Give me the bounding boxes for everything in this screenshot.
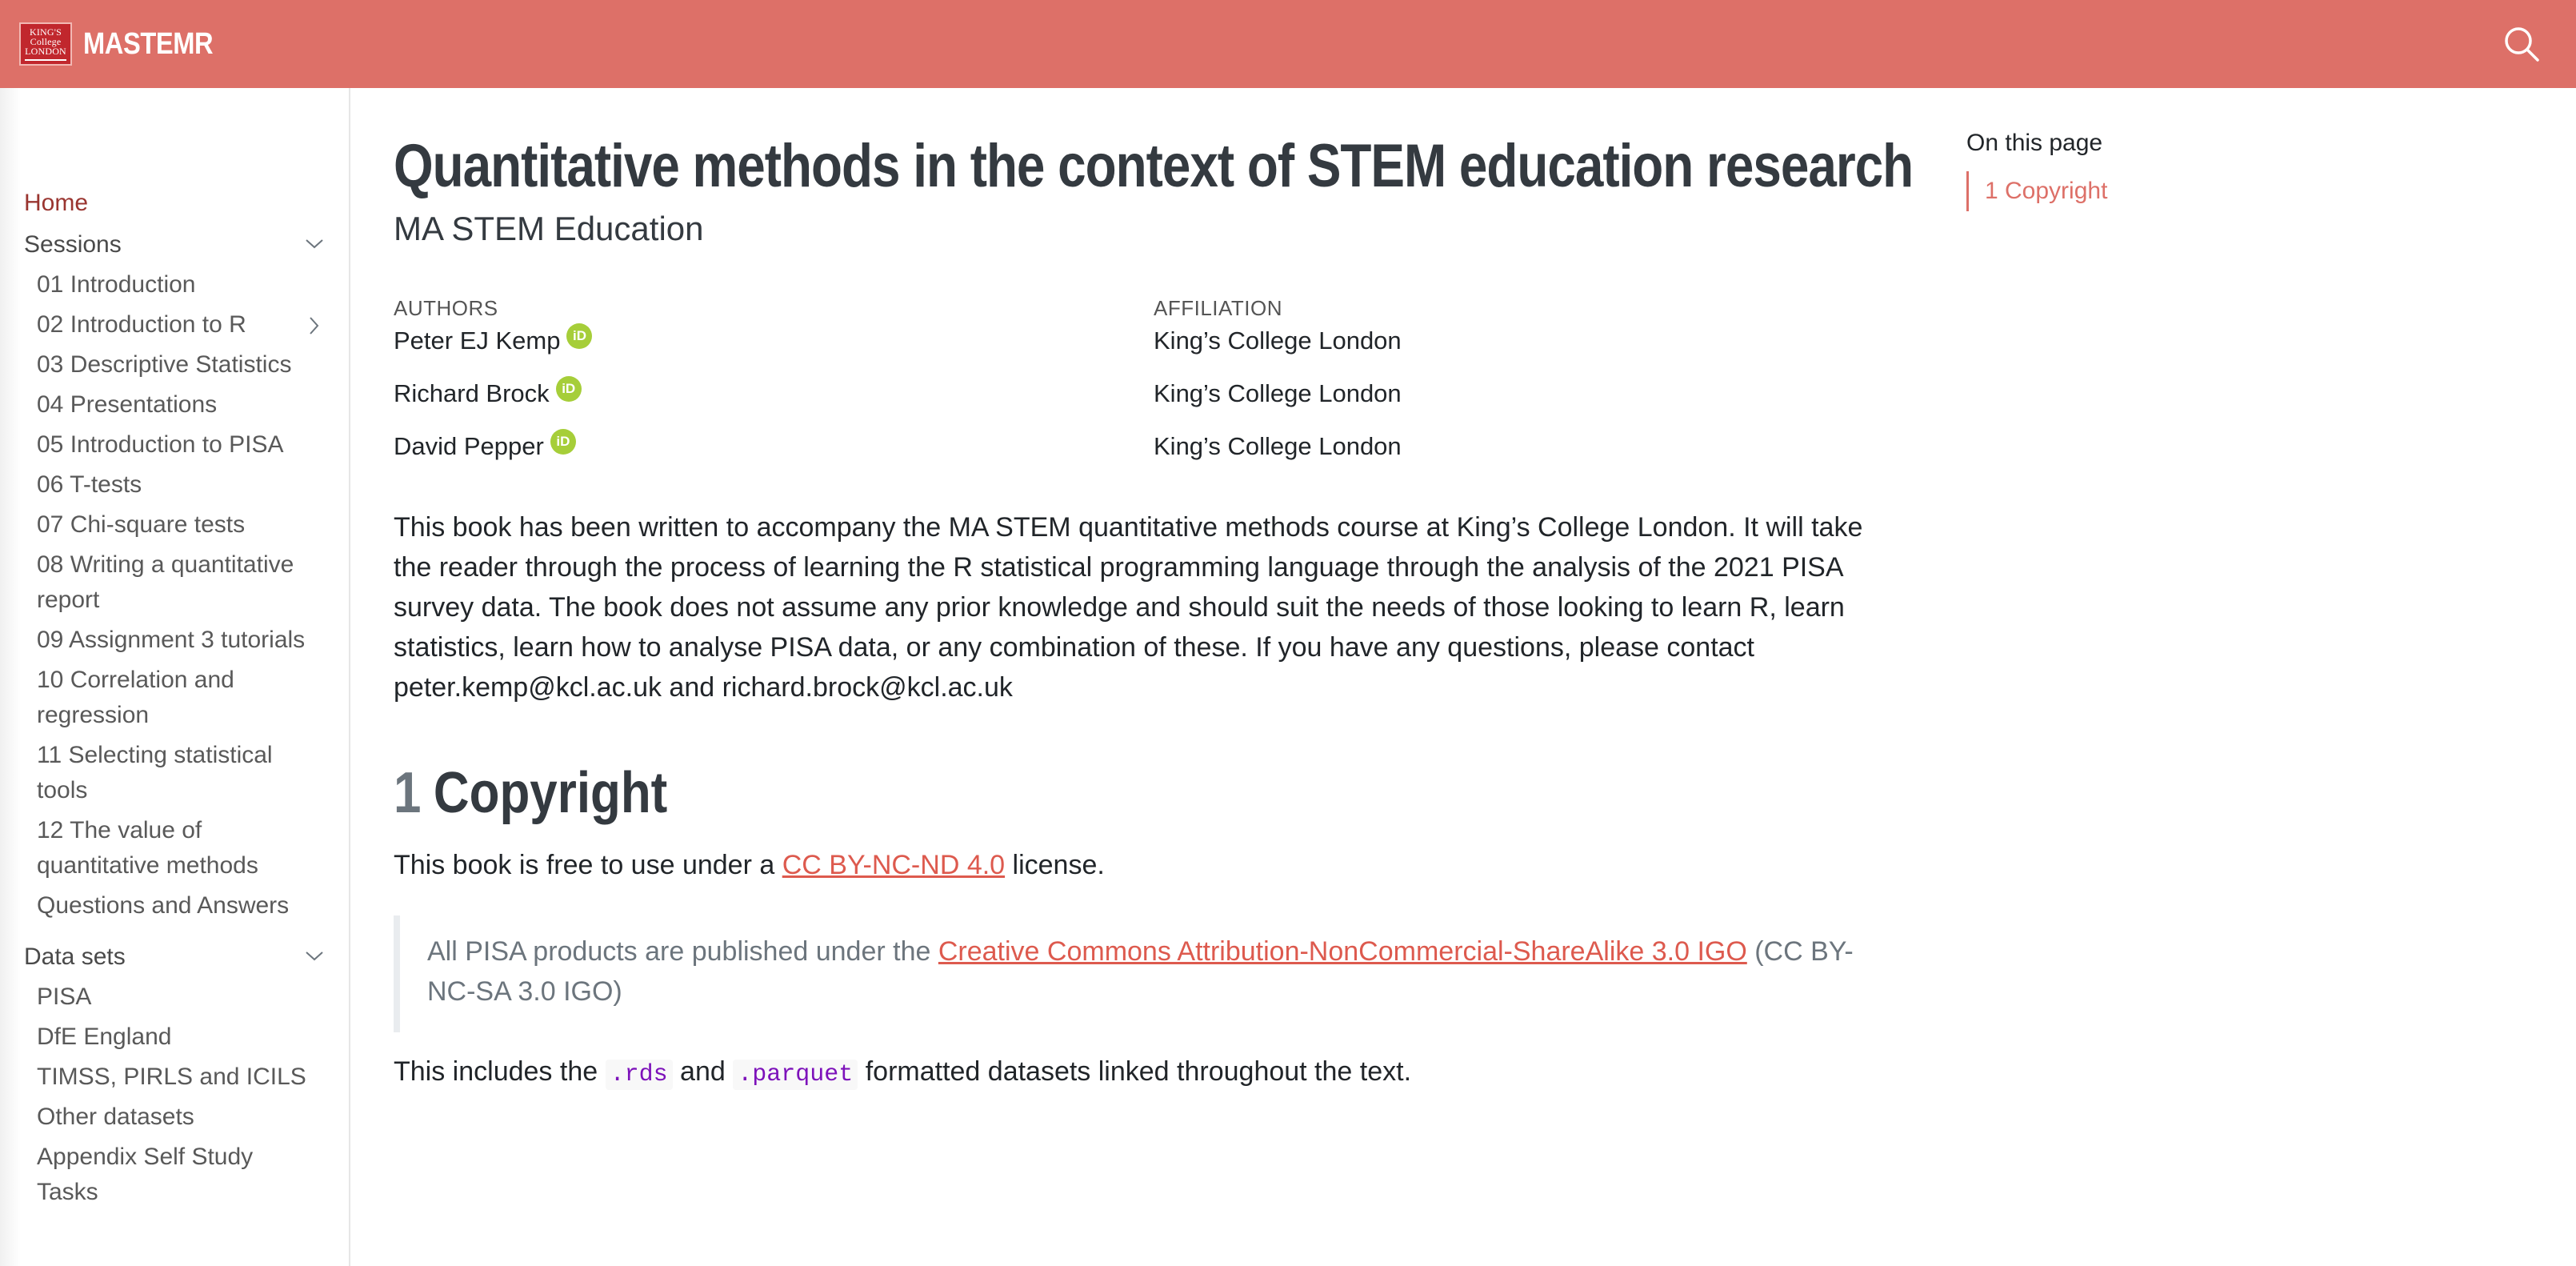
includes-and: and bbox=[672, 1056, 734, 1087]
code-rds: .rds bbox=[605, 1060, 673, 1090]
quote-prefix: All PISA products are published under th… bbox=[427, 936, 938, 967]
sidebar-item-questions-answers[interactable]: Questions and Answers bbox=[37, 888, 289, 923]
authors-heading: AUTHORS bbox=[394, 296, 498, 320]
sidebar-item-session-04[interactable]: 04 Presentations bbox=[37, 387, 217, 423]
sidebar-item-session-01[interactable]: 01 Introduction bbox=[37, 267, 195, 302]
sidebar-item-appendix-self-study[interactable]: Appendix Self Study Tasks bbox=[37, 1140, 301, 1209]
license-suffix: license. bbox=[1005, 850, 1105, 880]
sidebar-item-session-03[interactable]: 03 Descriptive Statistics bbox=[37, 347, 291, 383]
page-subtitle: MA STEM Education bbox=[394, 210, 704, 247]
chevron-right-icon bbox=[310, 317, 319, 335]
sidebar-item-session-06[interactable]: 06 T-tests bbox=[37, 467, 142, 503]
orcid-icon[interactable]: iD bbox=[550, 429, 576, 455]
logo-rule bbox=[25, 59, 66, 61]
sidebar-item-home[interactable]: Home bbox=[24, 186, 88, 221]
sidebar-section-datasets[interactable]: Data sets bbox=[24, 939, 126, 975]
top-navbar: KING'S College LONDON MASTEMR bbox=[0, 0, 2576, 88]
cc-by-nc-sa-link[interactable]: Creative Commons Attribution-NonCommerci… bbox=[938, 936, 1747, 967]
sidebar: Home Sessions 01 Introduction 02 Introdu… bbox=[0, 88, 350, 1266]
author-entry: David Pepper iD bbox=[394, 429, 576, 461]
author-affiliation: King’s College London bbox=[1154, 327, 1402, 355]
search-icon bbox=[2505, 27, 2539, 62]
search-button[interactable] bbox=[2499, 22, 2544, 66]
author-affiliation: King’s College London bbox=[1154, 379, 1402, 407]
affiliation-heading: AFFILIATION bbox=[1154, 296, 1283, 320]
sidebar-item-session-02[interactable]: 02 Introduction to R bbox=[37, 307, 246, 343]
author-entry: Richard Brock iD bbox=[394, 376, 582, 408]
includes-line: This includes the .rds and .parquet form… bbox=[394, 1056, 1412, 1090]
includes-suffix: formatted datasets linked throughout the… bbox=[858, 1056, 1412, 1087]
orcid-icon[interactable]: iD bbox=[566, 323, 593, 349]
license-prefix: This book is free to use under a bbox=[394, 850, 782, 880]
sessions-collapse-toggle[interactable] bbox=[302, 232, 326, 256]
orcid-icon[interactable]: iD bbox=[555, 376, 582, 402]
sidebar-item-session-12[interactable]: 12 The value of quantitative methods bbox=[37, 813, 301, 883]
site-title[interactable]: MASTEMR bbox=[83, 27, 214, 62]
sidebar-item-session-09[interactable]: 09 Assignment 3 tutorials bbox=[37, 623, 305, 658]
sidebar-item-timss-pirls-icils[interactable]: TIMSS, PIRLS and ICILS bbox=[37, 1060, 306, 1095]
section-title: Copyright bbox=[433, 761, 668, 825]
license-line: This book is free to use under a CC BY-N… bbox=[394, 850, 1105, 881]
pisa-license-quote: All PISA products are published under th… bbox=[394, 915, 1882, 1032]
code-parquet: .parquet bbox=[733, 1060, 858, 1090]
sidebar-item-session-10[interactable]: 10 Correlation and regression bbox=[37, 663, 301, 732]
toc-item-copyright[interactable]: 1 Copyright bbox=[1966, 171, 2107, 211]
author-entry: Peter EJ Kemp iD bbox=[394, 323, 593, 355]
section-heading-copyright: 1 Copyright bbox=[394, 760, 667, 826]
author-name: Richard Brock bbox=[394, 379, 550, 407]
toc-title: On this page bbox=[1966, 130, 2103, 156]
author-name: David Pepper bbox=[394, 432, 544, 460]
section-number: 1 bbox=[394, 761, 422, 825]
sidebar-item-session-08[interactable]: 08 Writing a quantitative report bbox=[37, 547, 333, 617]
sidebar-item-session-07[interactable]: 07 Chi-square tests bbox=[37, 507, 245, 543]
datasets-collapse-toggle[interactable] bbox=[302, 944, 326, 968]
author-affiliation: King’s College London bbox=[1154, 432, 1402, 460]
author-name: Peter EJ Kemp bbox=[394, 327, 561, 355]
sidebar-item-dfe-england[interactable]: DfE England bbox=[37, 1020, 171, 1055]
sidebar-item-session-05[interactable]: 05 Introduction to PISA bbox=[37, 427, 284, 463]
page-title: Quantitative methods in the context of S… bbox=[394, 132, 1914, 200]
chevron-down-icon bbox=[306, 952, 323, 961]
intro-paragraph: This book has been written to accompany … bbox=[394, 512, 1863, 703]
includes-prefix: This includes the bbox=[394, 1056, 606, 1087]
sidebar-section-sessions[interactable]: Sessions bbox=[24, 227, 122, 262]
sidebar-item-session-11[interactable]: 11 Selecting statistical tools bbox=[37, 738, 301, 807]
logo-line-3: LONDON bbox=[25, 46, 66, 57]
sidebar-item-other-datasets[interactable]: Other datasets bbox=[37, 1100, 194, 1135]
session-02-expand-toggle[interactable] bbox=[302, 314, 326, 338]
chevron-down-icon bbox=[306, 239, 323, 249]
sidebar-item-pisa[interactable]: PISA bbox=[37, 980, 91, 1015]
kings-college-logo[interactable]: KING'S College LONDON bbox=[19, 22, 72, 66]
cc-by-nc-nd-link[interactable]: CC BY-NC-ND 4.0 bbox=[782, 850, 1005, 880]
